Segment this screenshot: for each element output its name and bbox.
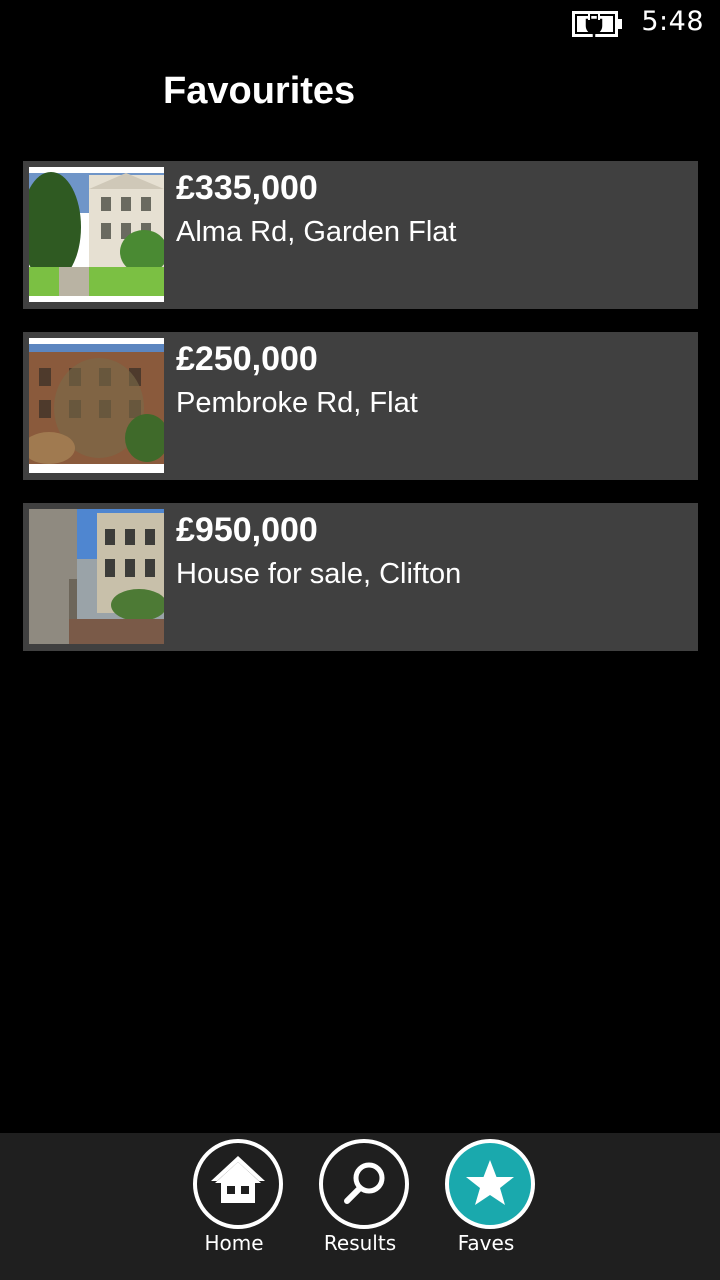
- property-thumbnail: [29, 338, 164, 473]
- battery-charging-icon: [572, 11, 622, 37]
- results-button-circle[interactable]: [319, 1139, 409, 1229]
- favourites-screen: 5:48 Favourites £335,000 Alma Rd, Garden…: [0, 0, 720, 1280]
- status-bar: 5:48: [0, 0, 720, 48]
- app-bar: Home Results Faves: [0, 1133, 720, 1280]
- search-icon: [344, 1162, 385, 1204]
- faves-button[interactable]: Faves: [434, 1139, 544, 1269]
- home-button[interactable]: Home: [182, 1139, 292, 1269]
- list-item[interactable]: £250,000 Pembroke Rd, Flat: [23, 332, 698, 480]
- favourites-list: £335,000 Alma Rd, Garden Flat £250,000 P…: [23, 161, 698, 674]
- list-item[interactable]: £335,000 Alma Rd, Garden Flat: [23, 161, 698, 309]
- list-item[interactable]: £950,000 House for sale, Clifton: [23, 503, 698, 651]
- home-icon: [211, 1156, 265, 1203]
- property-address: Pembroke Rd, Flat: [176, 387, 418, 419]
- property-thumbnail: [29, 167, 164, 302]
- property-price: £250,000: [176, 340, 318, 378]
- results-button[interactable]: Results: [308, 1139, 418, 1269]
- faves-button-label: Faves: [457, 1231, 515, 1255]
- results-button-label: Results: [323, 1231, 397, 1255]
- property-address: Alma Rd, Garden Flat: [176, 216, 457, 248]
- faves-button-circle[interactable]: [445, 1139, 535, 1229]
- property-price: £950,000: [176, 511, 318, 549]
- home-button-circle[interactable]: [193, 1139, 283, 1229]
- page-title: Favourites: [163, 70, 356, 112]
- property-price: £335,000: [176, 169, 318, 207]
- property-address: House for sale, Clifton: [176, 558, 462, 590]
- status-clock: 5:48: [641, 6, 704, 37]
- star-icon: [466, 1160, 514, 1205]
- property-thumbnail: [29, 509, 164, 644]
- home-button-label: Home: [204, 1231, 264, 1255]
